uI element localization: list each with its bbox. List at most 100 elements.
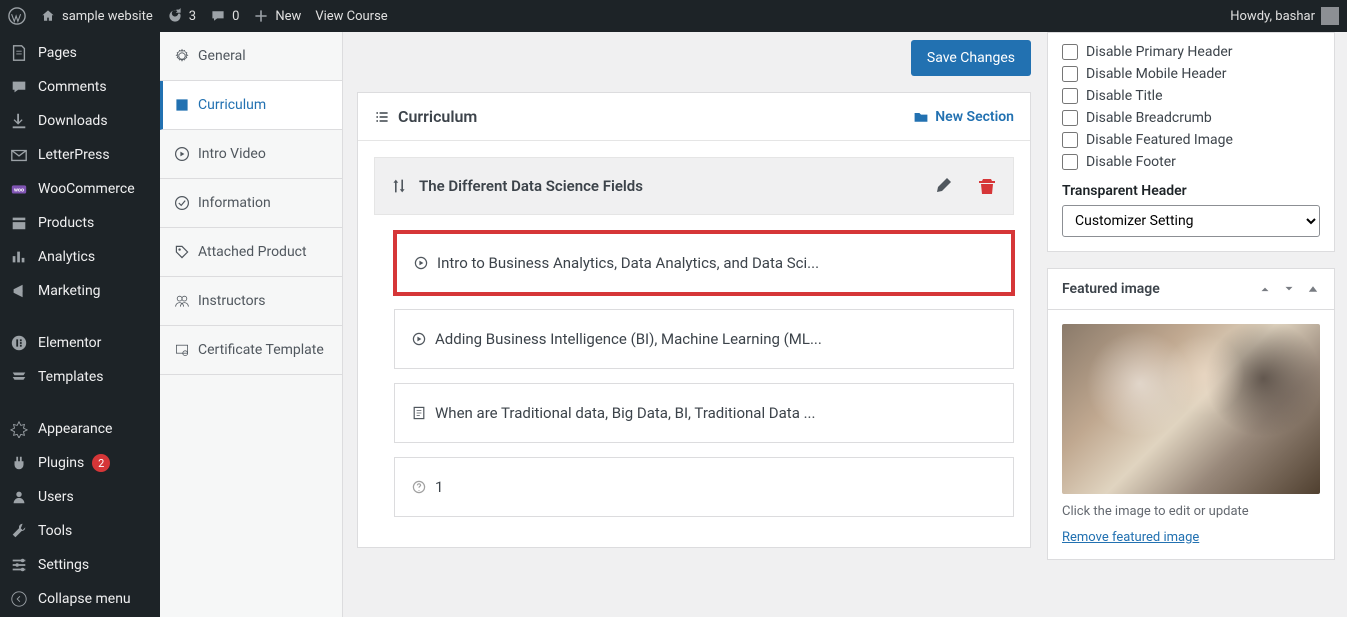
menu-settings[interactable]: Settings bbox=[0, 548, 160, 582]
admin-bar: sample website 3 0 New View Course Howdy… bbox=[0, 0, 1347, 32]
chevron-down-icon[interactable] bbox=[1282, 282, 1296, 296]
menu-pages[interactable]: Pages bbox=[0, 36, 160, 70]
edit-icon[interactable] bbox=[933, 176, 953, 196]
templates-icon bbox=[10, 368, 28, 386]
tab-instructors[interactable]: Instructors bbox=[160, 277, 342, 326]
view-course-link[interactable]: View Course bbox=[315, 9, 387, 24]
lesson-item[interactable]: 1 bbox=[394, 457, 1014, 517]
course-tabs: GeneralCurriculumIntro VideoInformationA… bbox=[160, 32, 343, 617]
checkbox-disable-breadcrumb[interactable]: Disable Breadcrumb bbox=[1062, 107, 1320, 129]
sort-icon[interactable] bbox=[391, 178, 407, 194]
lesson-item[interactable]: When are Traditional data, Big Data, BI,… bbox=[394, 383, 1014, 443]
lesson-item[interactable]: Adding Business Intelligence (BI), Machi… bbox=[394, 309, 1014, 369]
featured-image-header: Featured image bbox=[1047, 268, 1335, 309]
remove-featured-image-link[interactable]: Remove featured image bbox=[1062, 530, 1199, 545]
users-icon bbox=[10, 488, 28, 506]
tab-intro-video[interactable]: Intro Video bbox=[160, 130, 342, 179]
delete-icon[interactable] bbox=[977, 176, 997, 196]
tab-attached-product[interactable]: Attached Product bbox=[160, 228, 342, 277]
page-options-box: Disable Primary HeaderDisable Mobile Hea… bbox=[1047, 32, 1335, 252]
account-link[interactable]: Howdy, bashar bbox=[1230, 7, 1339, 25]
checkbox-input[interactable] bbox=[1062, 110, 1078, 126]
checkbox-disable-footer[interactable]: Disable Footer bbox=[1062, 151, 1320, 173]
menu-collapse-menu[interactable]: Collapse menu bbox=[0, 582, 160, 616]
site-link[interactable]: sample website bbox=[40, 8, 153, 24]
check-icon bbox=[174, 195, 190, 211]
checkbox-disable-title[interactable]: Disable Title bbox=[1062, 85, 1320, 107]
plugins-icon bbox=[10, 454, 28, 472]
tag-icon bbox=[174, 244, 190, 260]
caret-up-icon[interactable] bbox=[1306, 282, 1320, 296]
checkbox-input[interactable] bbox=[1062, 66, 1078, 82]
appearance-icon bbox=[10, 420, 28, 438]
featured-image-caption: Click the image to edit or update bbox=[1062, 504, 1320, 519]
updates-link[interactable]: 3 bbox=[167, 8, 196, 24]
users-icon bbox=[174, 293, 190, 309]
list-icon bbox=[374, 109, 390, 125]
tab-information[interactable]: Information bbox=[160, 179, 342, 228]
comments-link[interactable]: 0 bbox=[210, 8, 239, 24]
pages-icon bbox=[10, 44, 28, 62]
play-icon bbox=[174, 146, 190, 162]
book-icon bbox=[174, 97, 190, 113]
menu-comments[interactable]: Comments bbox=[0, 70, 160, 104]
menu-tools[interactable]: Tools bbox=[0, 514, 160, 548]
menu-elementor[interactable]: Elementor bbox=[0, 326, 160, 360]
download-icon bbox=[10, 112, 28, 130]
doc-icon bbox=[411, 405, 427, 421]
lesson-item[interactable]: Intro to Business Analytics, Data Analyt… bbox=[394, 231, 1014, 295]
checkbox-input[interactable] bbox=[1062, 132, 1078, 148]
featured-image-thumbnail[interactable] bbox=[1062, 324, 1320, 494]
menu-templates[interactable]: Templates bbox=[0, 360, 160, 394]
save-button[interactable]: Save Changes bbox=[911, 40, 1031, 76]
menu-letterpress[interactable]: LetterPress bbox=[0, 138, 160, 172]
section-title: The Different Data Science Fields bbox=[419, 177, 921, 195]
transparent-header-select[interactable]: Customizer Setting bbox=[1062, 205, 1320, 237]
collapse-icon bbox=[10, 590, 28, 608]
products-icon bbox=[10, 214, 28, 232]
site-name: sample website bbox=[62, 9, 153, 24]
elementor-icon bbox=[10, 334, 28, 352]
menu-downloads[interactable]: Downloads bbox=[0, 104, 160, 138]
chevron-up-icon[interactable] bbox=[1258, 282, 1272, 296]
menu-woocommerce[interactable]: wooWooCommerce bbox=[0, 172, 160, 206]
section-header[interactable]: The Different Data Science Fields bbox=[374, 157, 1014, 215]
menu-plugins[interactable]: Plugins2 bbox=[0, 446, 160, 480]
question-icon bbox=[411, 479, 427, 495]
settings-icon bbox=[10, 556, 28, 574]
checkbox-input[interactable] bbox=[1062, 154, 1078, 170]
play-icon bbox=[413, 255, 429, 271]
checkbox-disable-featured-image[interactable]: Disable Featured Image bbox=[1062, 129, 1320, 151]
tools-icon bbox=[10, 522, 28, 540]
tab-curriculum[interactable]: Curriculum bbox=[160, 81, 342, 130]
new-link[interactable]: New bbox=[253, 8, 301, 24]
checkbox-disable-mobile-header[interactable]: Disable Mobile Header bbox=[1062, 63, 1320, 85]
menu-analytics[interactable]: Analytics bbox=[0, 240, 160, 274]
badge: 2 bbox=[92, 454, 110, 472]
tab-certificate-template[interactable]: Certificate Template bbox=[160, 326, 342, 375]
wp-logo[interactable] bbox=[8, 7, 26, 25]
featured-image-box: Click the image to edit or update Remove… bbox=[1047, 309, 1335, 560]
updates-count: 3 bbox=[189, 9, 196, 24]
tab-general[interactable]: General bbox=[160, 32, 342, 81]
menu-appearance[interactable]: Appearance bbox=[0, 412, 160, 446]
mail-icon bbox=[10, 146, 28, 164]
cert-icon bbox=[174, 342, 190, 358]
comments-icon bbox=[10, 78, 28, 96]
menu-marketing[interactable]: Marketing bbox=[0, 274, 160, 308]
checkbox-disable-primary-header[interactable]: Disable Primary Header bbox=[1062, 41, 1320, 63]
main-content: Save Changes Curriculum New Section The … bbox=[343, 32, 1047, 617]
new-section-button[interactable]: New Section bbox=[913, 109, 1014, 125]
woo-icon: woo bbox=[10, 180, 28, 198]
curriculum-panel: Curriculum New Section The Different Dat… bbox=[357, 92, 1031, 548]
menu-users[interactable]: Users bbox=[0, 480, 160, 514]
checkbox-input[interactable] bbox=[1062, 44, 1078, 60]
analytics-icon bbox=[10, 248, 28, 266]
new-label: New bbox=[275, 9, 301, 24]
right-sidebar: Disable Primary HeaderDisable Mobile Hea… bbox=[1047, 32, 1347, 617]
comments-count: 0 bbox=[232, 9, 239, 24]
menu-products[interactable]: Products bbox=[0, 206, 160, 240]
svg-text:woo: woo bbox=[14, 188, 24, 194]
checkbox-input[interactable] bbox=[1062, 88, 1078, 104]
avatar-icon bbox=[1321, 7, 1339, 25]
